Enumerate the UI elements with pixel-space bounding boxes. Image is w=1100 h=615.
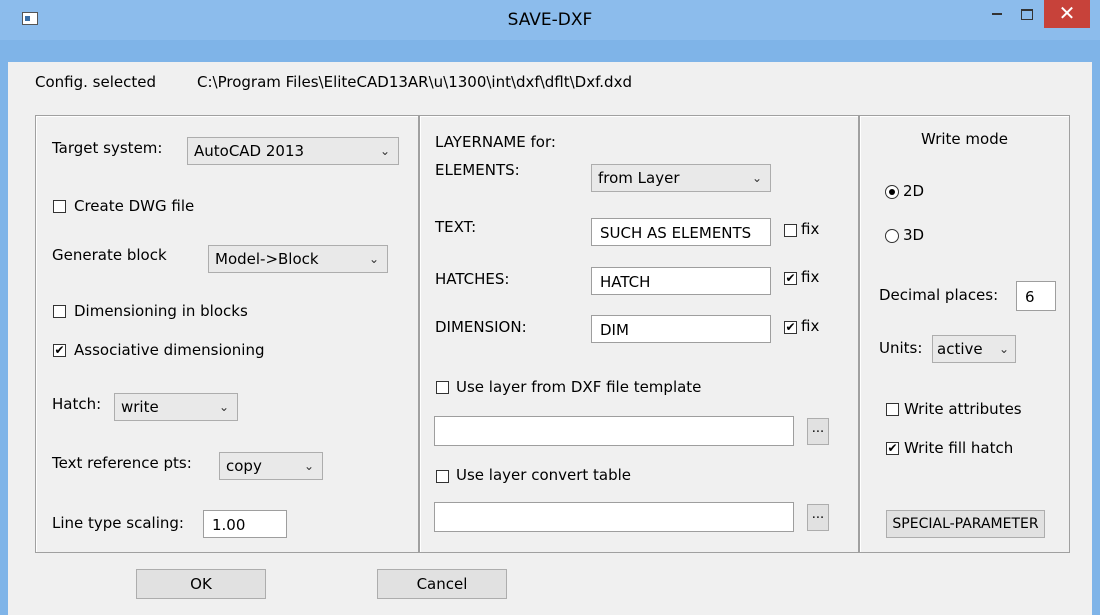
layer-panel: LAYERNAME for: ELEMENTS: from Layer ⌄ TE…: [419, 115, 859, 553]
target-system-value: AutoCAD 2013: [194, 142, 305, 160]
template-browse-button[interactable]: ...: [807, 418, 829, 445]
dialog-body: Config. selected C:\Program Files\EliteC…: [8, 62, 1092, 615]
chevron-down-icon: ⌄: [998, 342, 1009, 356]
convert-path-input[interactable]: [434, 502, 794, 532]
generate-block-value: Model->Block: [215, 250, 319, 268]
hatch-value: write: [121, 398, 159, 416]
create-dwg-label: Create DWG file: [74, 197, 195, 215]
write-mode-panel: Write mode 2D 3D Decimal places: 6 Units…: [859, 115, 1070, 553]
dimension-fix-label: fix: [801, 317, 820, 335]
use-template-checkbox[interactable]: [436, 381, 449, 394]
hatch-label: Hatch:: [52, 395, 102, 413]
close-icon: ✕: [1058, 1, 1076, 25]
generate-block-label: Generate block: [52, 246, 167, 264]
line-scale-label: Line type scaling:: [52, 514, 184, 532]
mode-2d-radio[interactable]: [885, 185, 899, 199]
mode-2d-label: 2D: [903, 182, 925, 200]
hatches-label: HATCHES:: [435, 270, 510, 288]
close-button[interactable]: ✕: [1044, 0, 1090, 28]
write-mode-label: Write mode: [921, 130, 1008, 148]
dim-in-blocks-checkbox[interactable]: [53, 305, 66, 318]
template-path-input[interactable]: [434, 416, 794, 446]
hatches-fix-checkbox[interactable]: ✔: [784, 272, 797, 285]
ok-button[interactable]: OK: [136, 569, 266, 599]
use-template-label: Use layer from DXF file template: [456, 378, 702, 396]
chevron-down-icon: ⌄: [303, 459, 314, 473]
dim-in-blocks-label: Dimensioning in blocks: [74, 302, 248, 320]
config-path: C:\Program Files\EliteCAD13AR\u\1300\int…: [197, 73, 632, 91]
cancel-button[interactable]: Cancel: [377, 569, 507, 599]
maximize-button[interactable]: [1012, 0, 1042, 30]
hatches-fix-label: fix: [801, 268, 820, 286]
units-value: active: [937, 340, 983, 358]
convert-browse-button[interactable]: ...: [807, 504, 829, 531]
chevron-down-icon: ⌄: [368, 252, 379, 266]
chevron-down-icon: ⌄: [218, 400, 229, 414]
generate-block-select[interactable]: Model->Block ⌄: [208, 245, 388, 273]
write-fill-hatch-label: Write fill hatch: [904, 439, 1014, 457]
chevron-down-icon: ⌄: [379, 144, 390, 158]
target-system-select[interactable]: AutoCAD 2013 ⌄: [187, 137, 399, 165]
text-layer-label: TEXT:: [435, 218, 477, 236]
decimal-places-label: Decimal places:: [879, 286, 999, 304]
write-fill-hatch-checkbox[interactable]: ✔: [886, 442, 899, 455]
check-icon: ✔: [54, 343, 65, 357]
elements-value: from Layer: [598, 169, 680, 187]
elements-select[interactable]: from Layer ⌄: [591, 164, 771, 192]
units-label: Units:: [879, 339, 923, 357]
assoc-dim-label: Associative dimensioning: [74, 341, 265, 359]
elements-label: ELEMENTS:: [435, 161, 520, 179]
window-title: SAVE-DXF: [507, 10, 593, 30]
decimal-places-input[interactable]: 6: [1016, 281, 1056, 311]
chevron-down-icon: ⌄: [751, 171, 762, 185]
dimension-label: DIMENSION:: [435, 318, 527, 336]
text-fix-label: fix: [801, 220, 820, 238]
minimize-icon: [992, 13, 1002, 15]
check-icon: ✔: [785, 271, 796, 285]
text-ref-value: copy: [226, 457, 262, 475]
title-bar[interactable]: SAVE-DXF ✕: [0, 0, 1100, 40]
hatches-input[interactable]: HATCH: [591, 267, 771, 295]
layername-label: LAYERNAME for:: [435, 133, 556, 151]
check-icon: ✔: [785, 320, 796, 334]
general-panel: Target system: AutoCAD 2013 ⌄ Create DWG…: [35, 115, 419, 553]
assoc-dim-checkbox[interactable]: ✔: [53, 344, 66, 357]
write-attributes-label: Write attributes: [904, 400, 1022, 418]
use-convert-checkbox[interactable]: [436, 470, 449, 483]
maximize-icon: [1021, 9, 1033, 20]
write-attributes-checkbox[interactable]: [886, 403, 899, 416]
use-convert-label: Use layer convert table: [456, 466, 632, 484]
hatch-select[interactable]: write ⌄: [114, 393, 238, 421]
units-select[interactable]: active ⌄: [932, 335, 1016, 363]
target-system-label: Target system:: [52, 139, 163, 157]
check-icon: ✔: [887, 441, 898, 455]
save-dxf-window: SAVE-DXF ✕ Config. selected C:\Program F…: [0, 0, 1100, 615]
special-parameter-button[interactable]: SPECIAL-PARAMETER: [886, 510, 1045, 538]
line-scale-input[interactable]: 1.00: [203, 510, 287, 538]
dimension-input[interactable]: DIM: [591, 315, 771, 343]
mode-3d-radio[interactable]: [885, 229, 899, 243]
config-label: Config. selected: [35, 73, 156, 91]
text-ref-select[interactable]: copy ⌄: [219, 452, 323, 480]
create-dwg-checkbox[interactable]: [53, 200, 66, 213]
text-fix-checkbox[interactable]: [784, 224, 797, 237]
text-ref-label: Text reference pts:: [52, 454, 192, 472]
minimize-button[interactable]: [982, 0, 1012, 30]
text-layer-input[interactable]: SUCH AS ELEMENTS: [591, 218, 771, 246]
dimension-fix-checkbox[interactable]: ✔: [784, 321, 797, 334]
mode-3d-label: 3D: [903, 226, 925, 244]
